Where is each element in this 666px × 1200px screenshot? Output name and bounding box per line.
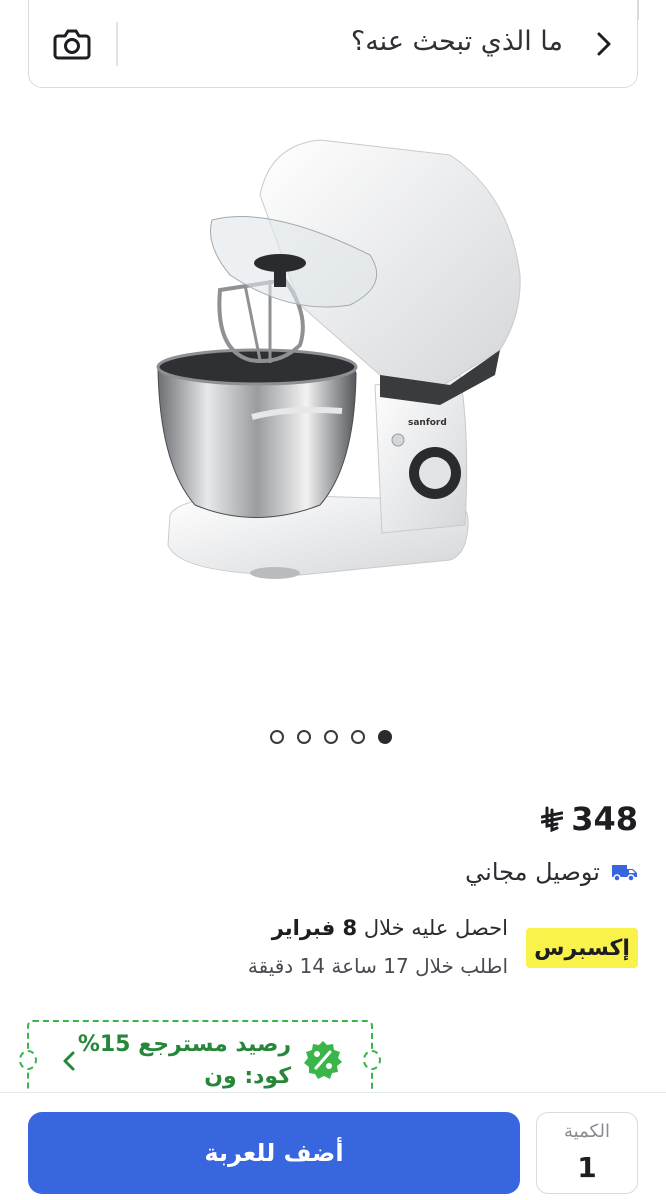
search-bar[interactable]: ما الذي تبحث عنه؟ bbox=[27, 0, 639, 88]
carousel-dot[interactable] bbox=[324, 730, 338, 744]
percent-badge-icon bbox=[304, 1041, 342, 1079]
cashback-title: رصيد مسترجع 15% bbox=[77, 1032, 291, 1057]
search-divider bbox=[116, 22, 118, 66]
carousel-dot[interactable] bbox=[351, 730, 365, 744]
express-badge: إكسبرس bbox=[526, 928, 638, 968]
carousel-dot-active[interactable] bbox=[378, 730, 392, 744]
truck-icon bbox=[612, 865, 637, 882]
order-within: اطلب خلال 17 ساعة 14 دقيقة bbox=[247, 954, 508, 978]
carousel-dot[interactable] bbox=[297, 730, 311, 744]
add-to-cart-button[interactable]: أضف للعربة bbox=[28, 1112, 520, 1194]
free-delivery: توصيل مجاني bbox=[465, 858, 638, 886]
riyal-currency-icon bbox=[541, 806, 564, 832]
quantity-value: 1 bbox=[577, 1151, 597, 1184]
search-input[interactable]: ما الذي تبحث عنه؟ bbox=[351, 26, 563, 57]
product-image[interactable]: sanford bbox=[150, 135, 530, 595]
carousel-indicator bbox=[270, 730, 392, 744]
chevron-left-icon[interactable] bbox=[61, 1050, 77, 1072]
quantity-label: الكمية bbox=[564, 1121, 610, 1142]
cashback-card[interactable]: رصيد مسترجع 15% كود: ون bbox=[19, 1020, 381, 1098]
delivery-estimate-prefix: احصل عليه خلال bbox=[363, 916, 508, 940]
cashback-code: كود: ون bbox=[204, 1064, 291, 1089]
bottom-action-bar: أضف للعربة الكمية 1 bbox=[0, 1092, 666, 1200]
product-price: 348 bbox=[571, 800, 638, 838]
delivery-estimate: احصل عليه خلال 8 فبراير bbox=[272, 916, 508, 940]
carousel-dot[interactable] bbox=[270, 730, 284, 744]
delivery-date: 8 فبراير bbox=[271, 916, 358, 940]
camera-icon[interactable] bbox=[51, 24, 93, 64]
chevron-right-icon[interactable] bbox=[589, 28, 619, 60]
svg-text:sanford: sanford bbox=[408, 418, 447, 428]
quantity-selector[interactable]: الكمية 1 bbox=[536, 1112, 638, 1194]
cashback-notch bbox=[19, 1050, 37, 1070]
price-row: 348 bbox=[541, 800, 638, 838]
free-delivery-label: توصيل مجاني bbox=[465, 858, 600, 886]
cashback-notch bbox=[363, 1050, 381, 1070]
